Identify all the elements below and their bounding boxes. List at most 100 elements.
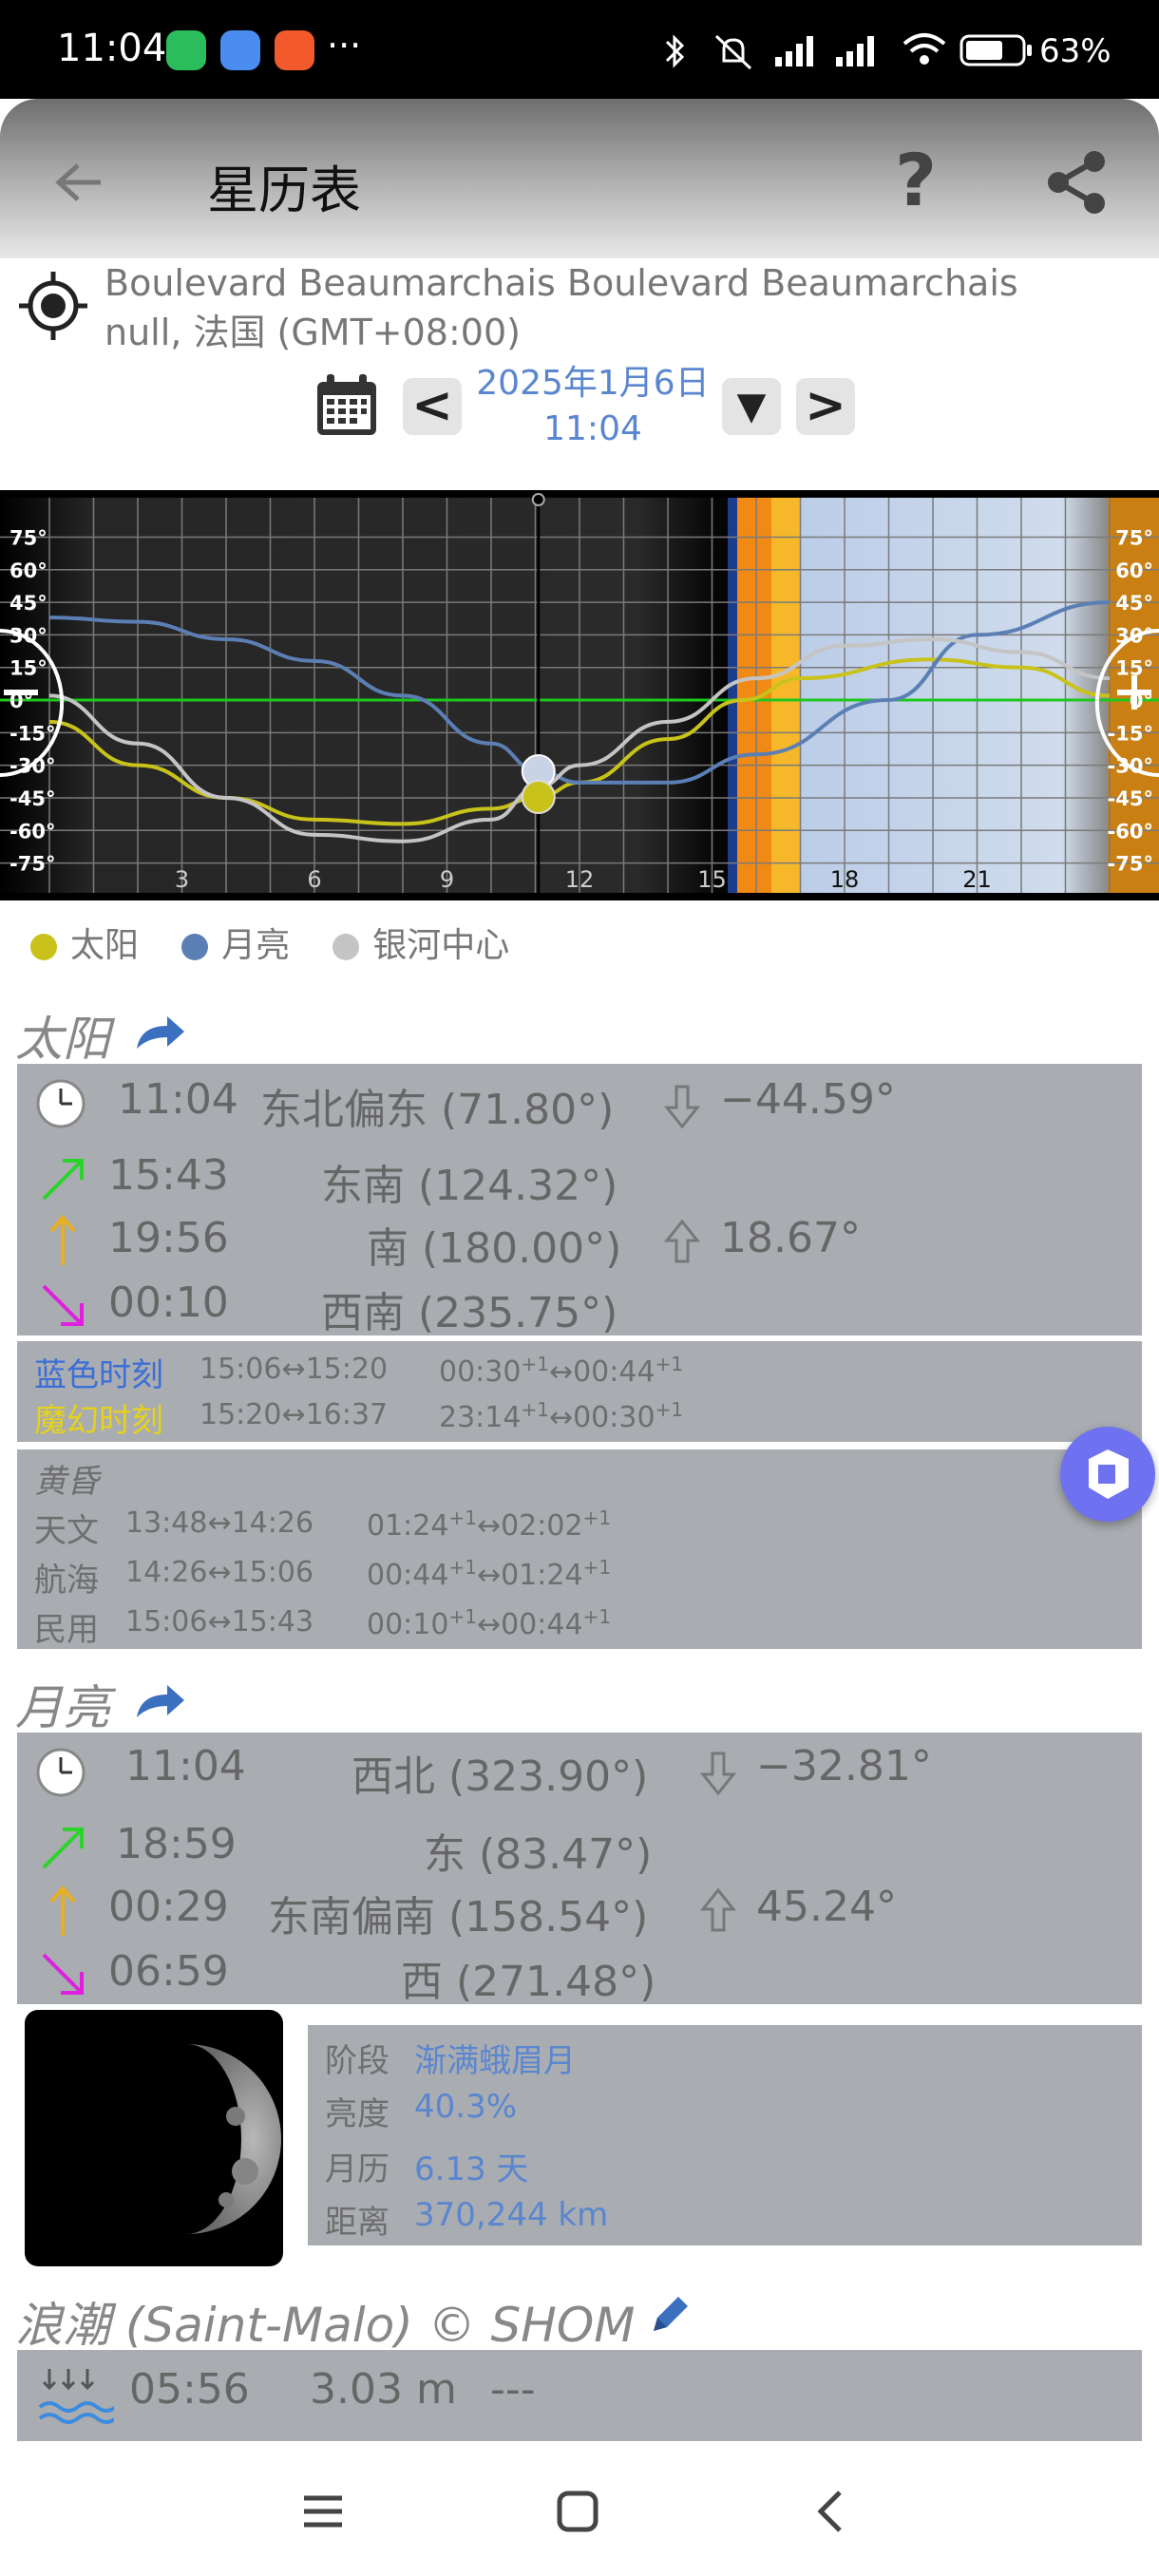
clock-icon [36,1748,86,1797]
rise-arrow-icon [42,1828,84,1869]
previous-day-button[interactable]: < [403,378,462,435]
moon-age-value: 6.13 天 [414,2150,529,2188]
y-tick-label: -45° [10,787,55,810]
y-tick-label: -60° [1108,820,1153,843]
time-text: 11:04 [543,409,642,448]
y-tick-label: -75° [1108,853,1153,876]
bluetooth-icon [665,34,685,68]
share-icon[interactable] [1043,148,1112,217]
sun-forward-icon[interactable] [133,1014,186,1052]
tide-time: 05:56 [129,2365,250,2414]
x-tick-label: 18 [830,866,860,893]
legend-sun: 太阳 [30,918,139,967]
page-title: 星历表 [207,161,361,220]
y-tick-label: -15° [1108,722,1153,745]
legend-moon: 月亮 [181,918,290,967]
x-tick-label: 21 [962,866,992,893]
sun-transit-direction: 南 (180.00°) [367,1224,622,1273]
astronomical-morning: 01:24+1↔02:02+1 [367,1506,612,1543]
moon-phase-image [25,2010,283,2266]
sun-set-time: 00:10 [108,1279,229,1327]
x-tick-label: 12 [565,866,595,893]
above-horizon-arrow-icon [663,1219,701,1263]
phase-label: 阶段 [325,2042,390,2080]
astronomical-label: 天文 [34,1512,99,1550]
edit-pencil-icon[interactable] [648,2291,694,2337]
sun-transit-time: 19:56 [108,1214,229,1262]
y-tick-label: 45° [10,592,48,615]
photo-hours-panel: 蓝色时刻 15:06↔15:20 00:30+1↔00:44+1 魔幻时刻 15… [17,1341,1142,1442]
location-target-icon[interactable] [17,270,89,342]
menu-nav-icon[interactable] [300,2489,346,2534]
moon-now-altitude: −32.81° [756,1742,932,1790]
sun-now-altitude: −44.59° [720,1075,896,1124]
altitude-chart[interactable]: 3 6 9 12 15 18 21 75° 75° 60° 60° 45° 45° 30° 30° 15° 1… [0,490,1159,900]
back-nav-icon[interactable] [809,2489,855,2534]
blue-hour-morning: 00:30+1↔00:44+1 [439,1353,684,1389]
sun-now-direction: 东北偏东 (71.80°) [260,1086,615,1134]
location-region[interactable]: null, 法国 (GMT+08:00) [104,308,521,357]
twilight-title: 黄昏 [34,1463,99,1501]
floating-action-button[interactable] [1060,1427,1155,1522]
calendar-icon[interactable] [314,372,380,439]
y-tick-label: 60° [10,559,48,582]
moon-times-panel: 11:04 西北 (323.90°) −32.81° 18:59 东 (83.4… [17,1733,1142,2006]
moon-transit-altitude: 45.24° [756,1883,897,1931]
moon-transit-time: 00:29 [108,1883,229,1931]
moon-transit-direction: 东南偏南 (158.54°) [268,1893,649,1941]
y-tick-label: -15° [10,722,55,745]
status-bar: 11:04 ··· 63% [0,0,1159,99]
x-tick-label: 15 [697,866,727,893]
y-tick-label: -75° [10,853,55,876]
date-time-picker[interactable]: 2025年1月6日 11:04 [464,361,722,452]
app-header: 星历表 ? [0,99,1159,258]
civil-morning: 00:10+1↔00:44+1 [367,1605,612,1641]
signal-icon [775,36,813,66]
moon-section-title: 月亮 [15,1680,110,1735]
sun-set-direction: 西南 (235.75°) [321,1289,618,1337]
chart-svg: 3 6 9 12 15 18 21 75° 75°60° 60°45° 45°30° 30°15° 1… [0,493,1159,893]
y-tick-label: 45° [1115,592,1153,615]
y-tick-label: -60° [10,820,55,843]
moon-age-label: 月历 [325,2150,390,2188]
nautical-label: 航海 [34,1562,99,1600]
app-notification-icon [166,30,206,70]
set-arrow-icon [42,1284,84,1326]
y-tick-label: 75° [10,526,48,549]
location-name[interactable]: Boulevard Beaumarchais Boulevard Beaumar… [104,258,1018,308]
low-tide-icon [38,2369,114,2424]
cube-icon [1089,1449,1129,1499]
date-dropdown-button[interactable]: ▼ [722,378,781,435]
moon-crescent-icon [186,2044,281,2234]
y-tick-label: 15° [10,657,48,680]
sun-transit-altitude: 18.67° [720,1214,861,1262]
back-icon[interactable] [49,154,106,211]
blue-hour-label: 蓝色时刻 [34,1356,163,1394]
system-nav-bar [0,2451,1159,2576]
status-time: 11:04 [57,27,167,70]
civil-label: 民用 [34,1611,99,1649]
svg-text:?: ? [895,144,937,217]
golden-hour-label: 魔幻时刻 [34,1402,163,1440]
distance-value: 370,244 km [414,2196,609,2234]
moon-rise-time: 18:59 [116,1820,237,1868]
sun-position-point [521,780,556,815]
moon-forward-icon[interactable] [133,1683,186,1721]
app-notification-icon [220,30,260,70]
home-nav-icon[interactable] [555,2489,600,2534]
tide-extra: --- [490,2365,536,2414]
galaxy-dot-icon [332,934,360,960]
astronomical-evening: 13:48↔14:26 [125,1506,314,1540]
tide-section-title: 浪潮 (Saint-Malo) © SHOM [15,2298,636,2353]
help-icon[interactable]: ? [891,144,944,217]
y-tick-label: 75° [1115,526,1153,549]
mute-icon [714,34,752,70]
next-day-button[interactable]: > [796,378,855,435]
x-tick-label: 6 [307,866,321,893]
y-tick-label: 30° [10,624,48,647]
blue-hour-evening: 15:06↔15:20 [200,1353,389,1386]
date-text: 2025年1月6日 [476,364,710,403]
moon-set-direction: 西 (271.48°) [401,1958,656,2006]
battery-icon [960,34,1032,66]
sun-rise-time: 15:43 [108,1151,229,1200]
